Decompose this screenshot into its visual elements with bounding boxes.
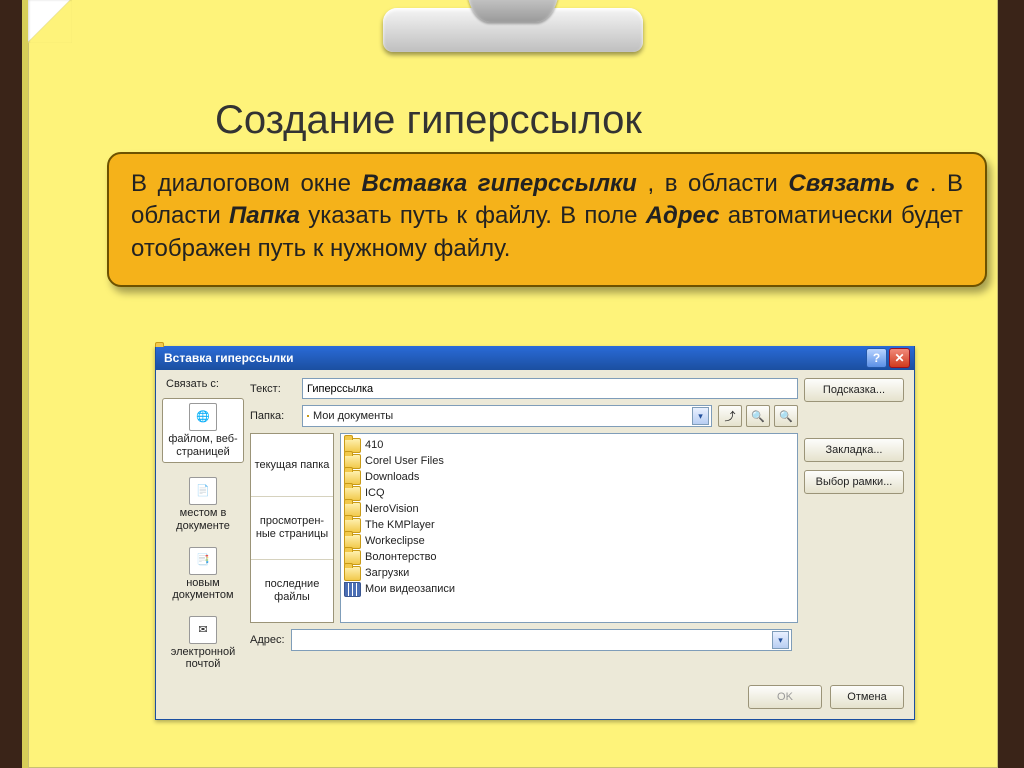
instruction-callout: В диалоговом окне Вставка гиперссылки , … (107, 152, 987, 287)
close-button[interactable]: ✕ (889, 348, 910, 368)
link-type-label: местом в документе (162, 507, 244, 532)
browse-tab[interactable]: просмотрен-ные страницы (251, 497, 333, 560)
note-bold: Адрес (646, 202, 720, 229)
browse-web-button[interactable]: 🔍 (746, 405, 770, 427)
link-with-label: Связать с: (166, 378, 219, 390)
file-list-item[interactable]: The KMPlayer (344, 517, 794, 533)
cancel-button[interactable]: Отмена (830, 685, 904, 709)
file-name: Волонтерство (365, 551, 436, 563)
file-name: Загрузки (365, 567, 409, 579)
chevron-down-icon[interactable]: ▾ (692, 407, 709, 425)
folder-combo-value: Мои документы (313, 410, 393, 422)
file-name: Corel User Files (365, 455, 444, 467)
link-type-label: файлом, веб-страницей (163, 433, 243, 458)
folder-up-button[interactable]: ⤴ (718, 405, 742, 427)
target-frame-button[interactable]: Выбор рамки... (804, 470, 904, 494)
file-list-item[interactable]: NeroVision (344, 501, 794, 517)
file-name: Мои видеозаписи (365, 583, 455, 595)
up-icon: ⤴ (725, 408, 736, 424)
link-type-icon: 📑 (189, 547, 217, 575)
link-type-item[interactable]: 🌐файлом, веб-страницей (162, 398, 244, 463)
video-icon (344, 582, 361, 597)
display-text-input[interactable] (302, 378, 798, 399)
slide-note: Создание гиперссылок В диалоговом окне В… (28, 0, 998, 768)
link-type-item[interactable]: 📑новым документом (162, 547, 244, 602)
insert-hyperlink-dialog: Вставка гиперссылки ? ✕ Связать с: 🌐файл… (155, 346, 915, 720)
note-text: , в области (647, 170, 788, 197)
text-label: Текст: (250, 383, 296, 395)
file-list[interactable]: 410 Corel User Files Downloads ICQ NeroVisio… (340, 433, 798, 623)
note-text: указать путь к файлу. В поле (308, 202, 645, 229)
screen-tip-button[interactable]: Подсказка... (804, 378, 904, 402)
ok-button[interactable]: OK (748, 685, 822, 709)
file-name: Workeclipse (365, 535, 425, 547)
file-name: ICQ (365, 487, 385, 499)
chevron-down-icon[interactable]: ▾ (772, 631, 789, 649)
note-text: В диалоговом окне (131, 170, 362, 197)
address-label: Адрес: (250, 634, 285, 646)
link-type-icon: 🌐 (189, 403, 217, 431)
dialog-titlebar[interactable]: Вставка гиперссылки ? ✕ (156, 346, 914, 370)
file-name: 410 (365, 439, 383, 451)
slide-heading: Создание гиперссылок (215, 98, 642, 143)
file-list-item[interactable]: Corel User Files (344, 453, 794, 469)
clipboard-clip (383, 0, 643, 58)
note-bold: Связать с (788, 170, 919, 197)
file-list-item[interactable]: Загрузки (344, 565, 794, 581)
file-list-item[interactable]: 410 (344, 437, 794, 453)
note-bold: Вставка гиперссылки (362, 170, 637, 197)
link-type-label: новым документом (162, 577, 244, 602)
globe-search-icon: 🔍 (751, 410, 765, 423)
link-type-item[interactable]: 📄местом в документе (162, 477, 244, 532)
file-list-item[interactable]: Downloads (344, 469, 794, 485)
link-type-item[interactable]: ✉электронной почтой (162, 616, 244, 671)
link-type-icon: 📄 (189, 477, 217, 505)
browse-file-button[interactable]: 🔍 (774, 405, 798, 427)
file-list-item[interactable]: Workeclipse (344, 533, 794, 549)
folder-icon (307, 415, 309, 417)
browse-tabs: текущая папкапросмотрен-ные страницыпосл… (250, 433, 334, 623)
file-name: NeroVision (365, 503, 419, 515)
file-list-item[interactable]: Мои видеозаписи (344, 581, 794, 597)
dialog-title: Вставка гиперссылки (164, 351, 294, 365)
file-name: The KMPlayer (365, 519, 435, 531)
file-list-item[interactable]: Волонтерство (344, 549, 794, 565)
browse-tab[interactable]: последние файлы (251, 560, 333, 622)
file-list-item[interactable]: ICQ (344, 485, 794, 501)
folder-label: Папка: (250, 410, 296, 422)
bookmark-button[interactable]: Закладка... (804, 438, 904, 462)
folder-search-icon: 🔍 (779, 410, 793, 423)
address-combo[interactable]: ▾ (291, 629, 792, 651)
file-name: Downloads (365, 471, 419, 483)
link-type-label: электронной почтой (162, 646, 244, 671)
note-bold: Папка (229, 202, 300, 229)
folder-icon (344, 566, 361, 581)
folder-combo[interactable]: Мои документы ▾ (302, 405, 712, 427)
browse-tab[interactable]: текущая папка (251, 434, 333, 497)
help-button[interactable]: ? (866, 348, 887, 368)
link-type-icon: ✉ (189, 616, 217, 644)
